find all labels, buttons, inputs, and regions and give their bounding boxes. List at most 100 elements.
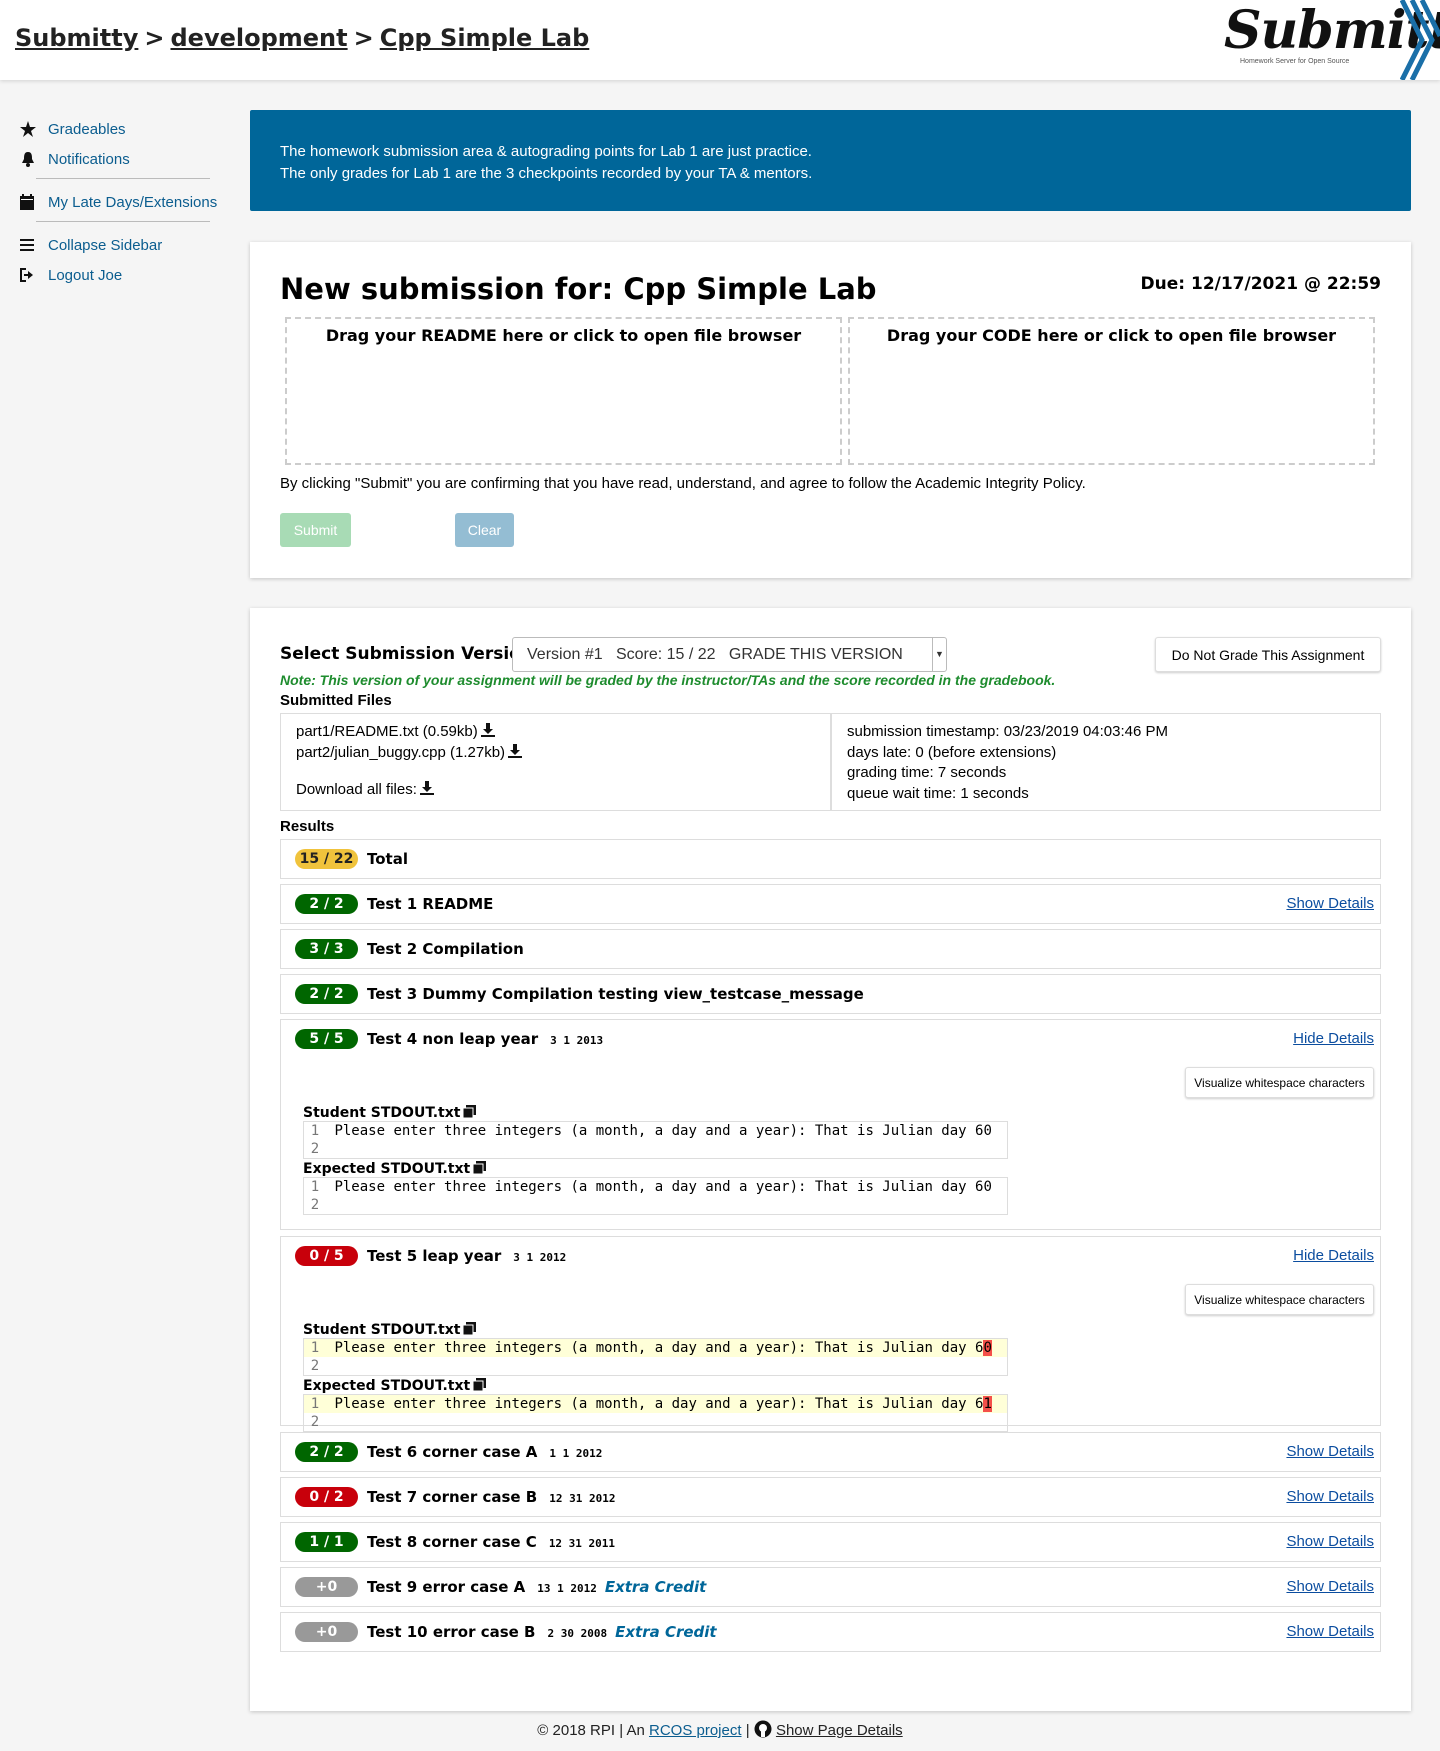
calendar-icon	[20, 193, 48, 211]
github-icon[interactable]	[754, 1720, 772, 1738]
testcase-row: 2 / 2 Test 1 README Show Details	[280, 884, 1381, 924]
bell-icon	[20, 150, 48, 168]
visualize-whitespace-button[interactable]: Visualize whitespace characters	[1185, 1067, 1374, 1098]
test-name: Test 10 error case B 2 30 2008 Extra Credi…	[367, 1623, 717, 1641]
do-not-grade-button[interactable]: Do Not Grade This Assignment	[1155, 637, 1381, 672]
score-badge: 2 / 2	[295, 894, 358, 914]
download-icon[interactable]	[419, 781, 434, 795]
test-name: Total	[367, 850, 408, 868]
sidebar-item-label: Logout Joe	[48, 266, 123, 284]
download-icon[interactable]	[480, 723, 495, 737]
test-name: Test 1 README	[367, 895, 494, 913]
copyright-text: © 2018 RPI | An	[537, 1722, 645, 1739]
show-details-link[interactable]: Show Details	[1286, 1443, 1374, 1460]
line-number: 2	[310, 1358, 320, 1374]
readme-drop-zone[interactable]: Drag your README here or click to open f…	[285, 317, 842, 465]
banner-line: The homework submission area & autogradi…	[280, 143, 812, 160]
extra-credit-label: Extra Credit	[615, 1623, 717, 1641]
show-page-details-link[interactable]: Show Page Details	[776, 1722, 903, 1739]
breadcrumb-site[interactable]: Submitty	[15, 24, 138, 52]
line-number: 2	[310, 1197, 320, 1213]
clear-button[interactable]: Clear	[455, 513, 514, 547]
submission-info-box: submission timestamp: 03/23/2019 04:03:4…	[831, 713, 1381, 811]
show-details-link[interactable]: Show Details	[1286, 1488, 1374, 1505]
breadcrumb-separator: >	[144, 24, 165, 52]
sidebar-item-logout[interactable]: Logout Joe	[20, 260, 220, 290]
copy-icon[interactable]	[473, 1161, 487, 1174]
test-title: Test 7 corner case B	[367, 1488, 538, 1506]
top-bar: Submitty > development > Cpp Simple Lab Subm…	[0, 0, 1440, 80]
sidebar-divider	[36, 221, 210, 222]
test-args: 12 31 2011	[548, 1537, 616, 1550]
rcos-link[interactable]: RCOS project	[649, 1722, 742, 1739]
expected-output: 1 Please enter three integers (a month, …	[303, 1394, 1008, 1432]
version-select-value: Version #1 Score: 15 / 22 GRADE THIS VER…	[527, 646, 903, 663]
test-name: Test 3 Dummy Compilation testing view_te…	[367, 985, 864, 1003]
test-title: Test 10 error case B	[367, 1623, 536, 1641]
submitty-logo[interactable]: Submitty Homework Server for Open Source	[1218, 0, 1440, 80]
line-number: 2	[310, 1141, 320, 1157]
testcase-row: +0 Test 10 error case B 2 30 2008 Extra Cr…	[280, 1612, 1381, 1652]
copy-icon[interactable]	[463, 1105, 477, 1118]
sidebar-item-collapse[interactable]: Collapse Sidebar	[20, 230, 220, 260]
testcase-row: 2 / 2 Test 6 corner case A 1 1 2012 Show …	[280, 1432, 1381, 1472]
test-title: Test 4 non leap year	[367, 1030, 539, 1048]
page-title: New submission for: Cpp Simple Lab	[280, 272, 877, 306]
test-title: Test 8 corner case C	[367, 1533, 537, 1551]
show-details-link[interactable]: Show Details	[1286, 1623, 1374, 1640]
show-details-link[interactable]: Show Details	[1286, 1533, 1374, 1550]
score-badge: +0	[295, 1622, 358, 1642]
output-line: Please enter three integers (a month, a …	[334, 1340, 976, 1356]
code-drop-zone[interactable]: Drag your CODE here or click to open fil…	[848, 317, 1375, 465]
test-name: Test 6 corner case A 1 1 2012	[367, 1443, 602, 1461]
hide-details-link[interactable]: Hide Details	[1293, 1247, 1374, 1264]
testcase-row: 3 / 3 Test 2 Compilation	[280, 929, 1381, 969]
line-number: 1	[310, 1179, 320, 1195]
expected-output-label: Expected STDOUT.txt	[303, 1161, 487, 1177]
output-value: 60	[975, 1123, 992, 1139]
extra-credit-label: Extra Credit	[604, 1578, 707, 1596]
testcase-row: +0 Test 9 error case A 13 1 2012 Extra Cre…	[280, 1567, 1381, 1607]
show-details-link[interactable]: Show Details	[1286, 895, 1374, 912]
breadcrumb-course[interactable]: development	[170, 24, 347, 52]
breadcrumb-gradeable[interactable]: Cpp Simple Lab	[380, 24, 590, 52]
line-number: 1	[310, 1123, 320, 1139]
testcase-row: 0 / 2 Test 7 corner case B 12 31 2012 Sho…	[280, 1477, 1381, 1517]
grading-note: Note: This version of your assignment wi…	[280, 672, 1056, 688]
submit-button[interactable]: Submit	[280, 513, 351, 547]
show-details-link[interactable]: Show Details	[1286, 1578, 1374, 1595]
results-card: Select Submission Version: Version #1 Sc…	[250, 608, 1411, 1711]
queue-wait-time: queue wait time: 1 seconds	[847, 784, 1029, 802]
download-icon[interactable]	[508, 743, 523, 758]
score-badge: +0	[295, 1577, 358, 1597]
student-output: 1 Please enter three integers (a month, …	[303, 1121, 1008, 1159]
sidebar: Gradeables Notifications My Late Days/Ex…	[20, 114, 220, 290]
version-select[interactable]: Version #1 Score: 15 / 22 GRADE THIS VER…	[512, 637, 947, 672]
score-badge: 0 / 5	[295, 1246, 358, 1266]
visualize-whitespace-button[interactable]: Visualize whitespace characters	[1185, 1284, 1374, 1315]
academic-integrity-text: By clicking "Submit" you are confirming …	[280, 475, 1086, 492]
file-name: part1/README.txt (0.59kb)	[296, 723, 478, 740]
file-item: part2/julian_buggy.cpp (1.27kb)	[296, 743, 815, 764]
score-badge: 2 / 2	[295, 1442, 358, 1462]
logo-chevrons-icon	[1400, 0, 1440, 80]
test-args: 3 1 2013	[550, 1034, 604, 1047]
hide-details-link[interactable]: Hide Details	[1293, 1030, 1374, 1047]
test-args: 1 1 2012	[549, 1447, 603, 1460]
menu-icon	[20, 236, 48, 254]
testcase-row: 1 / 1 Test 8 corner case C 12 31 2011 Sho…	[280, 1522, 1381, 1562]
test-title: Test 9 error case A	[367, 1578, 526, 1596]
sidebar-item-late-days[interactable]: My Late Days/Extensions	[20, 187, 220, 217]
copy-icon[interactable]	[463, 1322, 477, 1335]
sidebar-item-gradeables[interactable]: Gradeables	[20, 114, 220, 144]
expected-output-label: Expected STDOUT.txt	[303, 1378, 487, 1394]
star-icon	[20, 120, 48, 138]
submission-timestamp: submission timestamp: 03/23/2019 04:03:4…	[847, 723, 1169, 740]
test-title: Test 5 leap year	[367, 1247, 502, 1265]
breadcrumb-separator: >	[353, 24, 374, 52]
testcase-row: 0 / 5 Test 5 leap year 3 1 2012 Hide Deta…	[280, 1236, 1381, 1432]
output-filename: Student STDOUT.txt	[303, 1322, 461, 1338]
sidebar-item-notifications[interactable]: Notifications	[20, 144, 220, 174]
copy-icon[interactable]	[473, 1378, 487, 1391]
sidebar-item-label: My Late Days/Extensions	[48, 193, 218, 211]
